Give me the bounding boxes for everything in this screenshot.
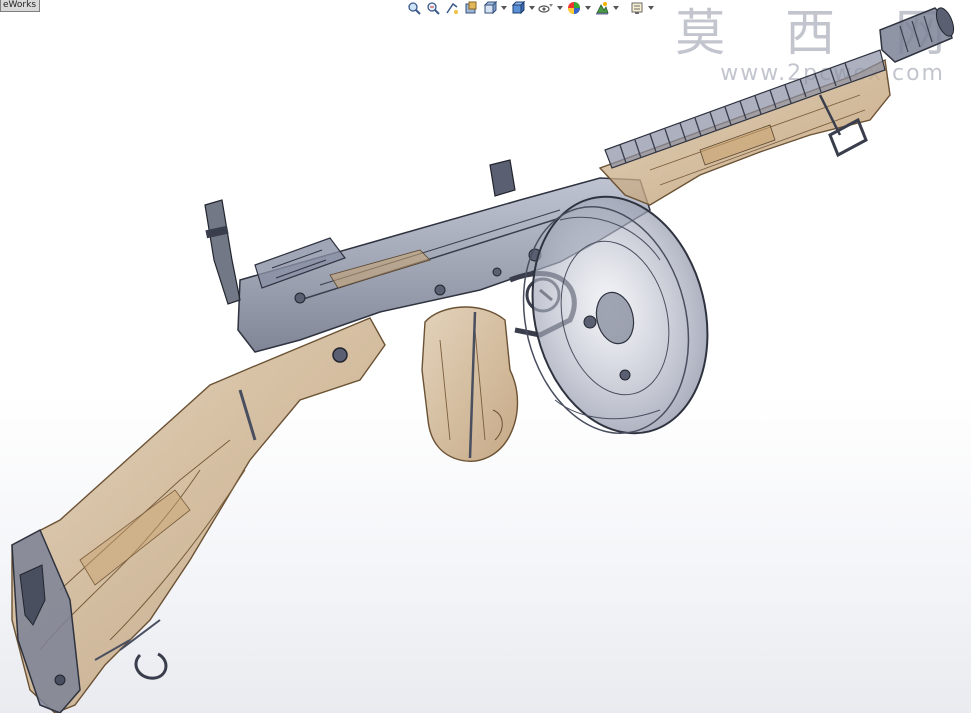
buttstock[interactable] <box>11 317 386 713</box>
graphics-area[interactable]: eWorks 莫 西 网 <box>0 0 971 713</box>
pistol-grip[interactable] <box>421 306 519 462</box>
compensator[interactable] <box>879 5 957 63</box>
3d-model-viewport[interactable] <box>0 0 971 713</box>
